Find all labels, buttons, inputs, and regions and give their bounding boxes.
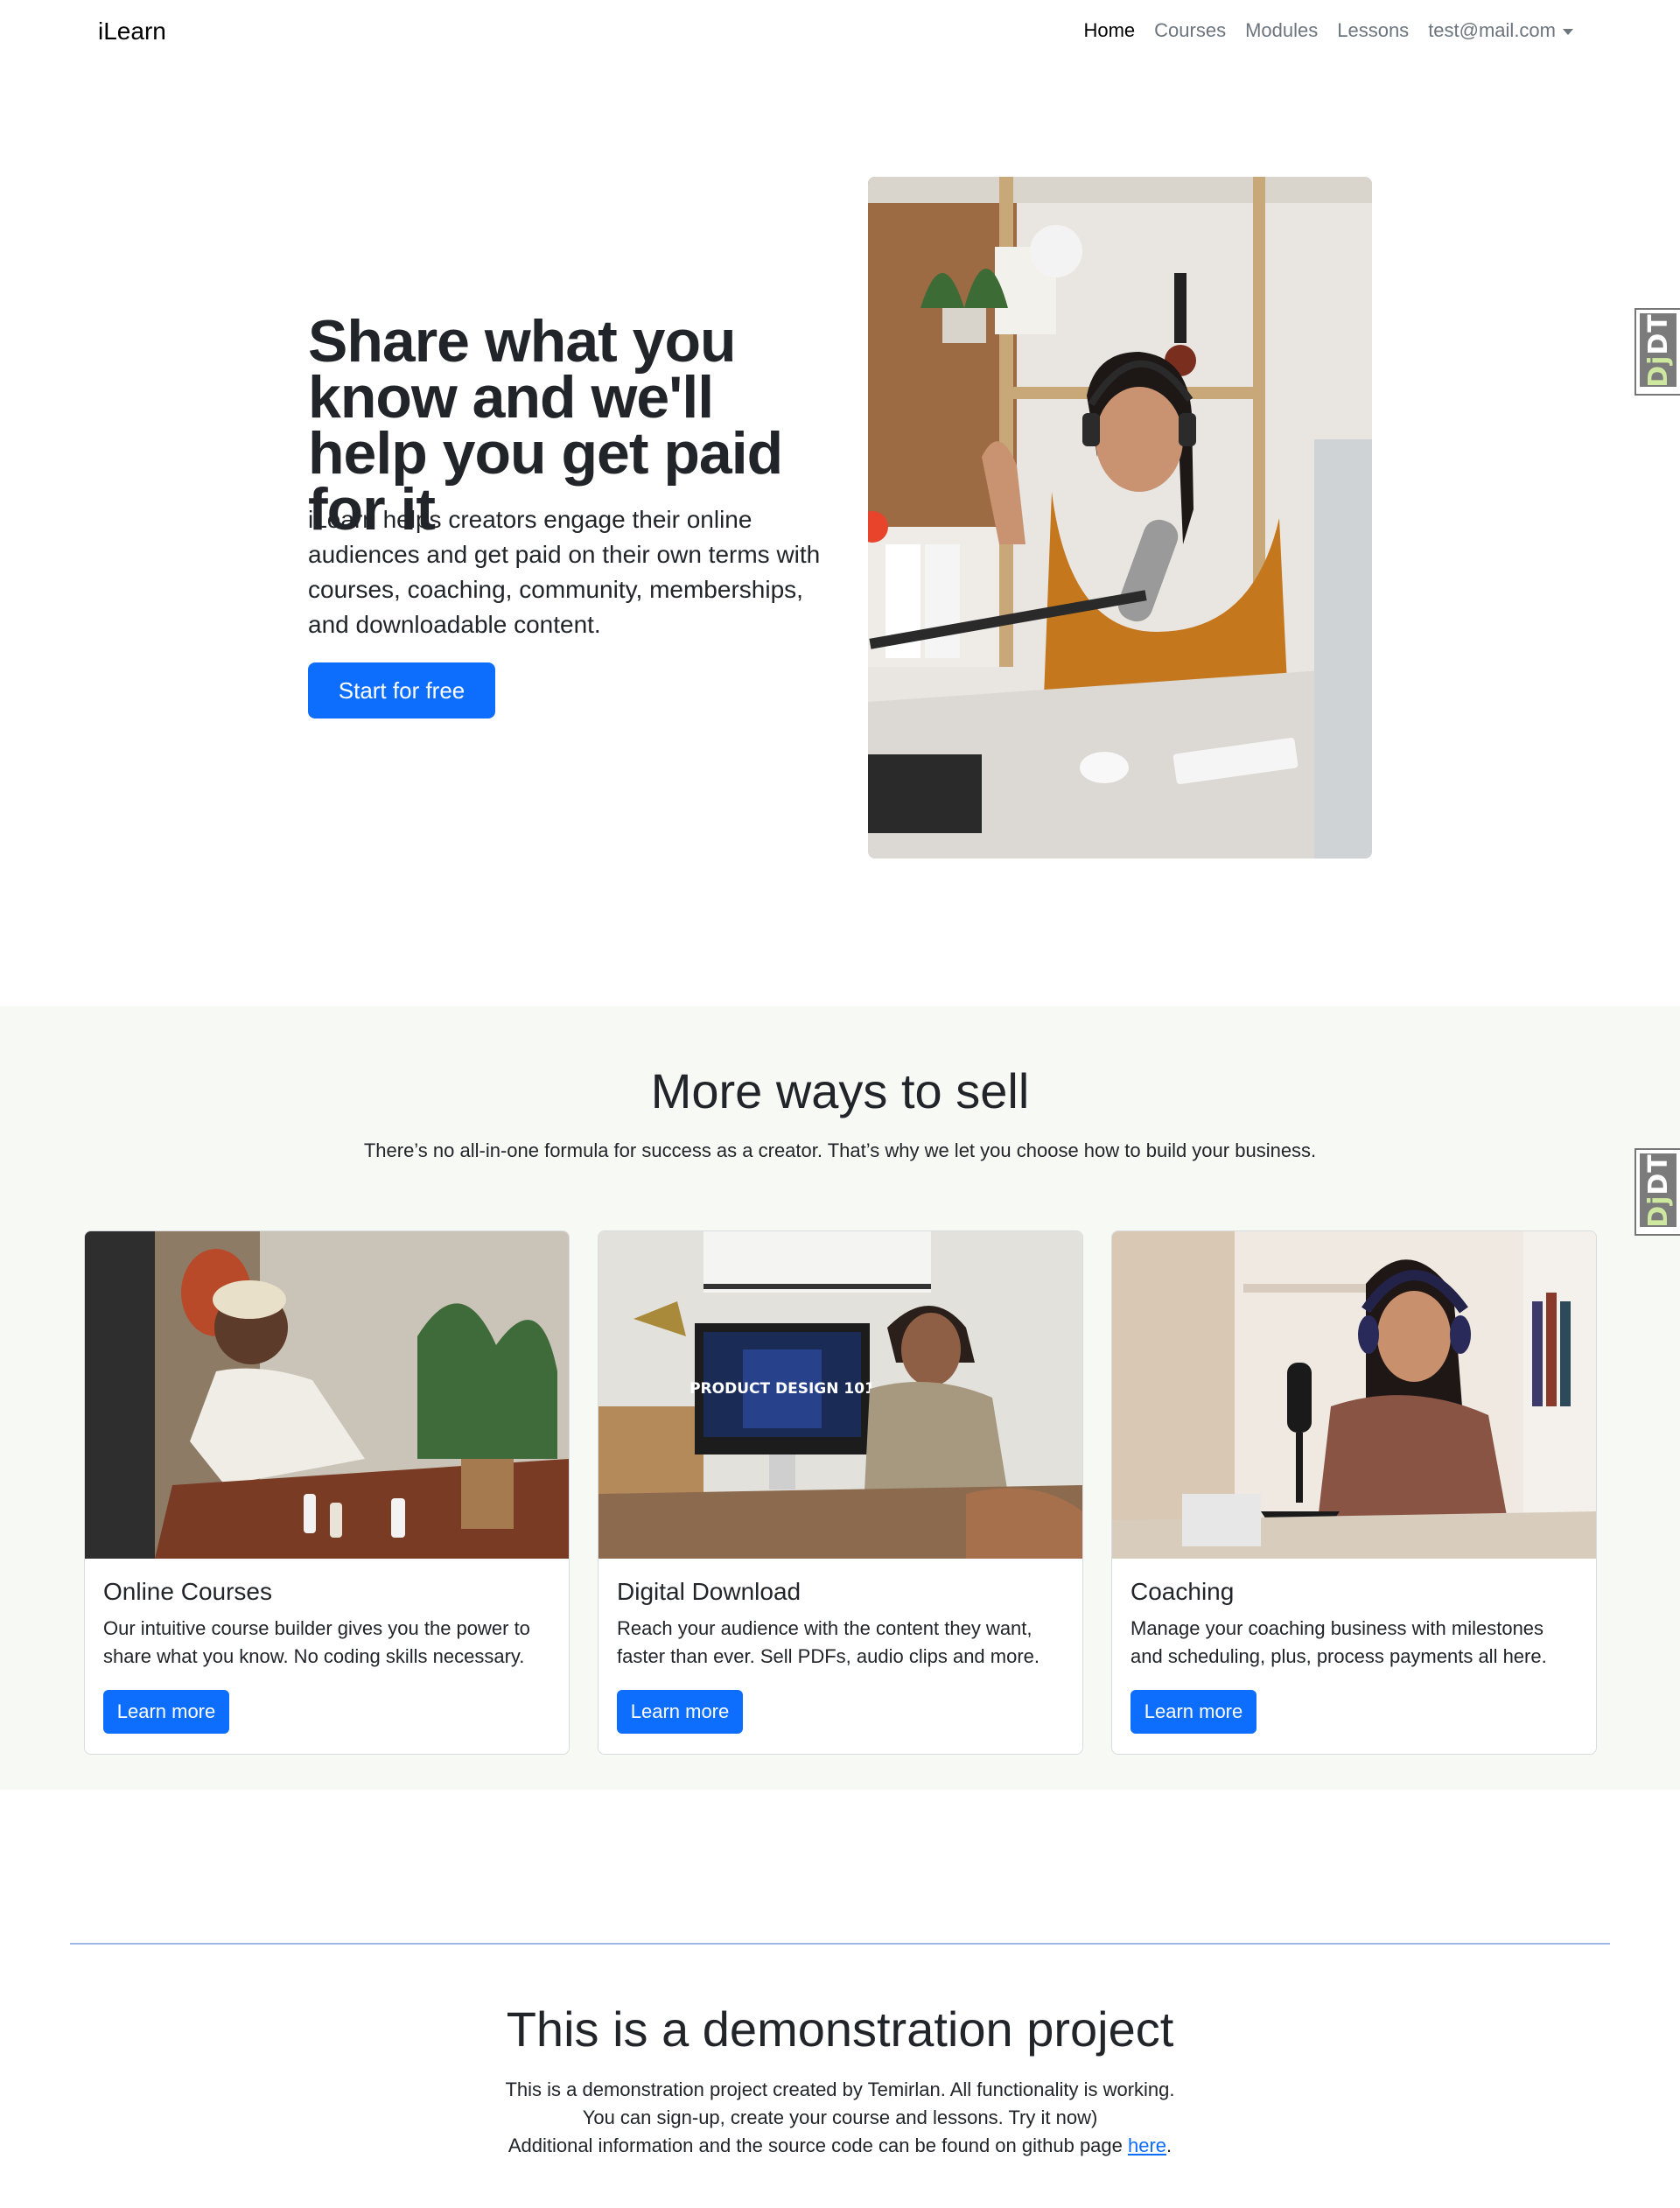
github-link[interactable]: here (1128, 2134, 1166, 2156)
card-coaching: Coaching Manage your coaching business w… (1111, 1230, 1597, 1755)
nav-links: Home Courses Modules Lessons test@mail.c… (1083, 19, 1573, 42)
hero-lead: iLearn helps creators engage their onlin… (308, 506, 821, 638)
demo-title: This is a demonstration project (506, 2001, 1174, 2057)
card-image-coaching (1112, 1231, 1596, 1559)
nav-lessons-link[interactable]: Lessons (1337, 19, 1409, 42)
card-text: Manage your coaching business with miles… (1130, 1617, 1547, 1667)
section-divider (70, 1943, 1610, 1945)
demo-line-1: This is a demonstration project created … (505, 2078, 1175, 2100)
learn-more-button[interactable]: Learn more (617, 1690, 743, 1734)
django-debug-toolbar-handle[interactable]: DjDT (1634, 308, 1680, 396)
user-email: test@mail.com (1428, 19, 1556, 41)
card-image-digital-download: PRODUCT DESIGN 101 (598, 1231, 1082, 1559)
user-menu-dropdown[interactable]: test@mail.com (1428, 19, 1573, 42)
card-title: Digital Download (617, 1578, 802, 1605)
card-title: Coaching (1130, 1578, 1235, 1605)
ways-title: More ways to sell (650, 1063, 1030, 1118)
navbar: iLearn Home Courses Modules Lessons test… (0, 0, 1680, 66)
demo-description: This is a demonstration project created … (0, 2076, 1680, 2160)
card-image-online-courses (85, 1231, 569, 1559)
demo-line-3-suffix: . (1166, 2134, 1172, 2156)
django-debug-toolbar-handle-2[interactable]: DjDT (1634, 1148, 1680, 1236)
monitor-screen-text: PRODUCT DESIGN 101 (690, 1380, 875, 1398)
djdt-logo-icon: DjDT (1640, 1153, 1676, 1227)
demo-line-3-prefix: Additional information and the source co… (508, 2134, 1128, 2156)
card-text: Reach your audience with the content the… (617, 1617, 1040, 1667)
djdt-logo-icon: DjDT (1640, 313, 1676, 387)
nav-courses-link[interactable]: Courses (1154, 19, 1226, 42)
card-digital-download: PRODUCT DESIGN 101 Digital Download Reac… (598, 1230, 1083, 1755)
ways-subtitle: There’s no all-in-one formula for succes… (363, 1139, 1317, 1161)
nav-home-link[interactable]: Home (1083, 19, 1135, 42)
card-online-courses: Online Courses Our intuitive course buil… (84, 1230, 570, 1755)
learn-more-button[interactable]: Learn more (1130, 1690, 1256, 1734)
card-title: Online Courses (103, 1578, 272, 1605)
card-text: Our intuitive course builder gives you t… (103, 1617, 530, 1667)
hero-image-podcaster (868, 177, 1372, 859)
brand-logo[interactable]: iLearn (98, 18, 166, 46)
nav-modules-link[interactable]: Modules (1245, 19, 1318, 42)
learn-more-button[interactable]: Learn more (103, 1690, 229, 1734)
chevron-down-icon (1563, 28, 1573, 35)
demo-line-2: You can sign-up, create your course and … (582, 2106, 1098, 2128)
start-for-free-button[interactable]: Start for free (308, 662, 495, 718)
